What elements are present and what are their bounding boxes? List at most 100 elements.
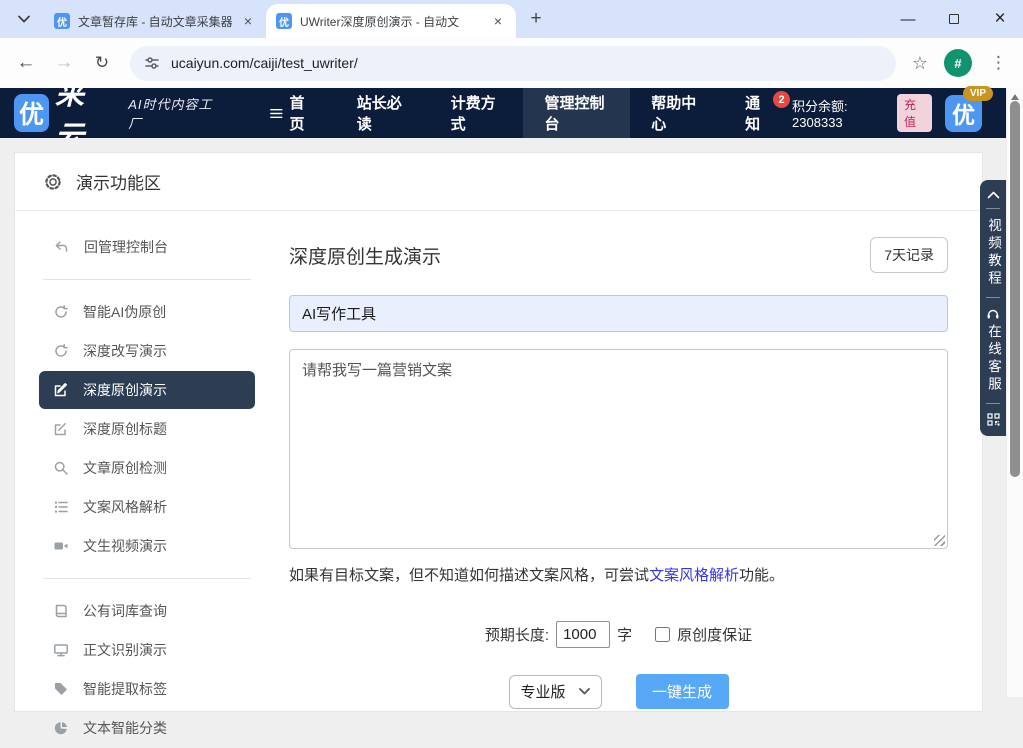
- user-avatar[interactable]: 优 VIP: [945, 95, 982, 132]
- scrollbar-thumb[interactable]: [1010, 101, 1020, 477]
- seven-day-records-button[interactable]: 7天记录: [870, 237, 948, 273]
- scrollbar-up-arrow[interactable]: [1011, 94, 1019, 100]
- search-icon: [53, 460, 69, 476]
- model-select[interactable]: 专业版: [509, 675, 602, 709]
- page-title: 演示功能区: [76, 169, 161, 194]
- gear-icon: [43, 172, 63, 192]
- length-row: 预期长度: 字 原创度保证: [289, 621, 948, 648]
- sidebar-item-ai-rewrite[interactable]: 智能AI伪原创: [39, 293, 255, 331]
- url-text: ucaiyun.com/caiji/test_uwriter/: [171, 55, 358, 71]
- style-analysis-link[interactable]: 文案风格解析: [649, 567, 739, 584]
- sidebar-item-text-classification[interactable]: 文本智能分类: [39, 709, 255, 747]
- originality-checkbox[interactable]: [655, 627, 670, 642]
- site-favicon: 优: [54, 13, 70, 29]
- site-logo[interactable]: 优: [14, 94, 49, 132]
- prompt-textarea[interactable]: 请帮我写一篇营销文案: [289, 349, 948, 549]
- sidebar-item-text-to-video[interactable]: 文生视频演示: [39, 527, 255, 565]
- nav-item-home[interactable]: 首页: [249, 88, 336, 138]
- floating-side-panel: 视频教程 在线客服: [980, 180, 1006, 436]
- page-background: 演示功能区 回管理控制台 智能AI伪原创 深度改写演示: [0, 138, 1006, 697]
- browser-tab-inactive[interactable]: 优 文章暂存库 - 自动文章采集器-自 ×: [44, 4, 266, 38]
- panel-divider: [986, 208, 1000, 209]
- refresh-icon: [53, 343, 69, 359]
- window-restore-button[interactable]: [931, 0, 977, 38]
- demo-main: 深度原创生成演示 7天记录 请帮我写一篇营销文案 如果有目标文案，但不知道如何描…: [263, 227, 962, 748]
- panel-divider: [986, 403, 1000, 404]
- sidebar-item-back-to-console[interactable]: 回管理控制台: [39, 228, 255, 266]
- back-icon[interactable]: ←: [10, 47, 42, 79]
- card-header: 演示功能区: [15, 153, 982, 211]
- tag-icon: [53, 681, 69, 697]
- generate-button[interactable]: 一键生成: [636, 674, 729, 709]
- browser-tab-active[interactable]: 优 UWriter深度原创演示 - 自动文 ×: [266, 4, 516, 38]
- tab-close-icon[interactable]: ×: [240, 13, 256, 29]
- length-label: 预期长度:: [485, 624, 549, 645]
- qr-code-icon: [987, 413, 1000, 426]
- nav-item-console[interactable]: 管理控制台: [523, 88, 630, 138]
- edit-icon: [53, 421, 69, 437]
- vip-badge: VIP: [963, 86, 993, 101]
- keyword-input[interactable]: [289, 295, 948, 332]
- qr-code-button[interactable]: [987, 413, 1000, 426]
- tab-title: 文章暂存库 - 自动文章采集器-自: [78, 13, 232, 30]
- browser-toolbar: ← → ↻ ucaiyun.com/caiji/test_uwriter/ ☆ …: [0, 38, 1023, 88]
- chevron-down-icon: [579, 688, 590, 695]
- notification-badge: 2: [773, 91, 790, 108]
- url-bar[interactable]: ucaiyun.com/caiji/test_uwriter/: [130, 46, 896, 81]
- window-minimize-button[interactable]: —: [885, 0, 931, 38]
- video-tutorial-button[interactable]: 视频教程: [983, 218, 1003, 288]
- reply-arrow-icon: [53, 239, 70, 255]
- sidebar-item-originality-check[interactable]: 文章原创检测: [39, 449, 255, 487]
- sidebar-item-public-lexicon[interactable]: 公有词库查询: [39, 592, 255, 630]
- refresh-icon: [53, 304, 69, 320]
- tab-close-icon[interactable]: ×: [490, 13, 506, 29]
- originality-checkbox-label: 原创度保证: [677, 624, 752, 645]
- length-unit: 字: [617, 624, 632, 645]
- tune-icon: [144, 55, 160, 71]
- length-input[interactable]: [556, 621, 610, 648]
- monitor-icon: [53, 642, 69, 658]
- scroll-top-button[interactable]: [987, 191, 1000, 199]
- window-close-button[interactable]: ×: [977, 0, 1023, 38]
- new-tab-button[interactable]: +: [522, 5, 550, 33]
- bookmark-star-icon[interactable]: ☆: [912, 53, 928, 74]
- nav-menu: 首页 站长必读 计费方式 管理控制台 帮助中心 通知 2: [249, 88, 792, 138]
- sidebar-item-deep-rewrite[interactable]: 深度改写演示: [39, 332, 255, 370]
- action-row: 专业版 一键生成: [289, 674, 948, 709]
- tab-title: UWriter深度原创演示 - 自动文: [300, 13, 482, 30]
- section-heading: 深度原创生成演示: [289, 242, 441, 269]
- sidebar-item-style-analysis[interactable]: 文案风格解析: [39, 488, 255, 526]
- panel-divider: [986, 297, 1000, 298]
- demo-card: 演示功能区 回管理控制台 智能AI伪原创 深度改写演示: [14, 152, 983, 712]
- sidebar-divider: [43, 578, 251, 579]
- nav-item-pricing[interactable]: 计费方式: [430, 88, 524, 138]
- restore-icon: [949, 14, 959, 24]
- book-icon: [53, 603, 69, 619]
- nav-item-help[interactable]: 帮助中心: [630, 88, 724, 138]
- site-navbar: 优 采云 AI时代内容工厂 首页 站长必读 计费方式 管理控制台 帮助中心 通知…: [0, 88, 1006, 138]
- nav-item-must-read[interactable]: 站长必读: [336, 88, 430, 138]
- headset-icon: [986, 307, 1000, 320]
- browser-tabstrip: 优 文章暂存库 - 自动文章采集器-自 × 优 UWriter深度原创演示 - …: [0, 0, 1023, 38]
- hamburger-icon: [270, 107, 283, 120]
- browser-menu-icon[interactable]: ⋮: [990, 53, 1007, 73]
- style-hint-text: 如果有目标文案，但不知道如何描述文案风格，可尝试文案风格解析功能。: [289, 564, 948, 585]
- sidebar-item-extract-tags[interactable]: 智能提取标签: [39, 670, 255, 708]
- resize-grip[interactable]: [934, 535, 945, 546]
- video-camera-icon: [53, 538, 69, 554]
- site-favicon: 优: [276, 13, 292, 29]
- site-tagline: AI时代内容工厂: [128, 94, 219, 132]
- points-balance: 积分余额: 2308333: [792, 96, 888, 130]
- demo-sidebar: 回管理控制台 智能AI伪原创 深度改写演示 深度原创演示 深度原创标题: [31, 227, 263, 748]
- edit-icon: [53, 382, 69, 398]
- nav-item-notifications[interactable]: 通知 2: [724, 88, 792, 138]
- browser-profile-avatar[interactable]: #: [944, 49, 972, 77]
- pie-chart-icon: [53, 720, 69, 736]
- recharge-button[interactable]: 充值: [897, 94, 932, 132]
- chevron-up-icon: [987, 191, 1000, 199]
- page-scrollbar[interactable]: [1006, 88, 1023, 697]
- sidebar-item-deep-original[interactable]: 深度原创演示: [39, 371, 255, 409]
- sidebar-item-body-recognition[interactable]: 正文识别演示: [39, 631, 255, 669]
- sidebar-item-deep-original-title[interactable]: 深度原创标题: [39, 410, 255, 448]
- tab-search-button[interactable]: [10, 5, 38, 33]
